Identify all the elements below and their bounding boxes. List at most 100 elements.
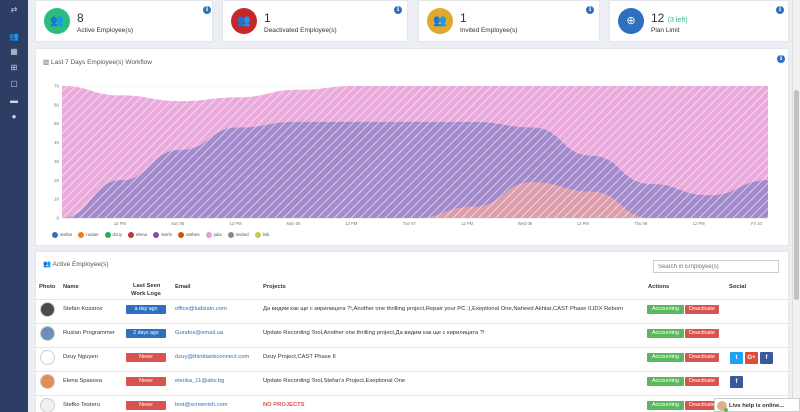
deactivate-button[interactable]: Deactivate xyxy=(685,305,719,314)
accounting-button[interactable]: Accounting xyxy=(647,305,684,314)
legend-item[interactable]: link xyxy=(254,232,270,238)
workflow-panel: ▥ Last 7 Days Employee(s) Workflow i xyxy=(35,48,789,246)
grid-icon[interactable]: ▦ xyxy=(9,48,19,56)
stat-label: Plan Limit xyxy=(651,27,680,34)
legend-swatch xyxy=(254,232,261,238)
legend-item[interactable]: invited xyxy=(227,232,249,238)
info-icon[interactable]: i xyxy=(203,6,211,14)
legend-swatch xyxy=(52,232,58,238)
employee-email[interactable]: Gundos@email.ua xyxy=(175,330,223,336)
deactivate-button[interactable]: Deactivate xyxy=(685,329,719,338)
row-divider xyxy=(36,371,788,372)
accounting-button[interactable]: Accounting xyxy=(647,329,684,338)
legend-item[interactable]: stefan xyxy=(52,232,72,238)
transfer-icon[interactable]: ⇄ xyxy=(9,6,19,14)
legend-label: dzuy xyxy=(112,232,123,238)
accounting-button[interactable]: Accounting xyxy=(647,353,684,362)
employee-name: Elena Spasova xyxy=(63,378,102,384)
plan-limit-left: (3 left) xyxy=(667,17,688,24)
last-seen-badge: Never xyxy=(126,377,166,386)
employee-projects: Update Recording Tool,Another one thrill… xyxy=(263,330,485,336)
social-facebook-icon[interactable]: f xyxy=(760,352,773,364)
card-icon[interactable]: ▬ xyxy=(9,97,19,105)
row-divider xyxy=(36,347,788,348)
header-work-logs: Work Logs xyxy=(131,291,161,297)
avatar xyxy=(40,398,55,412)
last-seen-badge: Never xyxy=(126,353,166,362)
header-actions: Actions xyxy=(648,284,670,290)
info-icon[interactable]: i xyxy=(586,6,594,14)
legend-swatch xyxy=(178,232,185,238)
row-divider xyxy=(36,299,788,300)
legend-item[interactable]: ruslan xyxy=(78,232,99,238)
legend-label: sterlo xyxy=(161,232,173,238)
legend-swatch xyxy=(104,232,111,238)
bar-chart-icon: ▥ xyxy=(43,59,50,66)
avatar xyxy=(40,350,55,365)
legend-label: julia xyxy=(213,232,222,238)
social-facebook-icon[interactable]: f xyxy=(730,376,743,388)
legend-item[interactable]: elena xyxy=(128,232,147,238)
legend-item[interactable]: anthes xyxy=(178,232,200,238)
page-scrollbar[interactable] xyxy=(792,0,800,412)
active-employees-title: 👥 Active Employee(s) xyxy=(43,261,109,268)
info-icon[interactable]: i xyxy=(776,6,784,14)
stat-card-deactivated: 👥 1 Deactivated Employee(s) i xyxy=(222,0,408,42)
online-status-icon xyxy=(724,408,728,412)
live-help-widget[interactable]: Live help is online... xyxy=(714,398,800,412)
employee-projects: Да видим как ще с кирилицата ?!,Another … xyxy=(263,306,624,312)
users-icon: 👥 xyxy=(43,261,52,268)
users-icon: 👥 xyxy=(427,8,453,34)
header-projects: Projects xyxy=(263,284,286,290)
info-icon[interactable]: i xyxy=(394,6,402,14)
avatar xyxy=(40,374,55,389)
chart-legend: stefan ruslan dzuy elena sterlo anthes julia in… xyxy=(52,232,275,238)
legend-label: ruslan xyxy=(86,232,99,238)
row-divider xyxy=(36,395,788,396)
users-icon[interactable]: 👥 xyxy=(9,33,19,41)
stat-value: 12 (3 left) xyxy=(651,11,688,25)
deactivate-button[interactable]: Deactivate xyxy=(685,353,719,362)
info-icon[interactable]: i xyxy=(777,55,785,63)
social-twitter-icon[interactable]: t xyxy=(730,352,743,364)
info-circle-icon[interactable]: ● xyxy=(9,113,19,121)
deactivate-button[interactable]: Deactivate xyxy=(685,377,719,386)
accounting-button[interactable]: Accounting xyxy=(647,377,684,386)
scroll-thumb[interactable] xyxy=(794,90,799,300)
employee-email[interactable]: elenka_11@abv.bg xyxy=(175,378,224,384)
avatar xyxy=(40,326,55,341)
social-google-plus-icon[interactable]: G+ xyxy=(745,352,758,364)
legend-item[interactable]: julia xyxy=(205,232,222,238)
stat-value: 1 xyxy=(460,11,467,25)
legend-swatch xyxy=(153,232,160,238)
employee-search-input[interactable] xyxy=(653,260,779,273)
stat-value: 1 xyxy=(264,11,271,25)
last-seen-badge: a day ago xyxy=(126,305,166,314)
sitemap-icon[interactable]: ⊞ xyxy=(9,64,19,72)
sidebar: ⇄ 👥 ▦ ⊞ ▢ ▬ ● xyxy=(0,0,28,412)
header-photo: Photo xyxy=(39,284,56,290)
stat-card-invited: 👥 1 Invited Employee(s) i xyxy=(418,0,600,42)
stat-card-active: 👥 8 Active Employee(s) i xyxy=(35,0,213,42)
header-social: Social xyxy=(729,284,747,290)
legend-label: invited xyxy=(235,232,249,238)
header-email: Email xyxy=(175,284,191,290)
employee-name: Stefan Kozarov xyxy=(63,306,103,312)
employee-email[interactable]: test@screenish.com xyxy=(175,402,228,408)
workflow-title: ▥ Last 7 Days Employee(s) Workflow xyxy=(43,59,152,66)
window-icon[interactable]: ▢ xyxy=(9,80,19,88)
employee-projects: Update Recording Tool,Stefan's Project,E… xyxy=(263,378,406,384)
employee-email[interactable]: dzuy@thinktankconnect.com xyxy=(175,354,249,360)
accounting-button[interactable]: Accounting xyxy=(647,401,684,410)
employee-email[interactable]: office@ludizain.com xyxy=(175,306,227,312)
row-divider xyxy=(36,323,788,324)
stat-label: Deactivated Employee(s) xyxy=(264,27,337,34)
legend-label: link xyxy=(262,232,270,238)
legend-item[interactable]: dzuy xyxy=(104,232,123,238)
last-seen-badge: Never xyxy=(126,401,166,410)
legend-item[interactable]: sterlo xyxy=(153,232,172,238)
last-seen-badge: 2 days ago xyxy=(126,329,166,338)
employee-name: Stefko Testeru xyxy=(63,402,100,408)
legend-label: stefan xyxy=(60,232,73,238)
legend-swatch xyxy=(205,232,212,238)
